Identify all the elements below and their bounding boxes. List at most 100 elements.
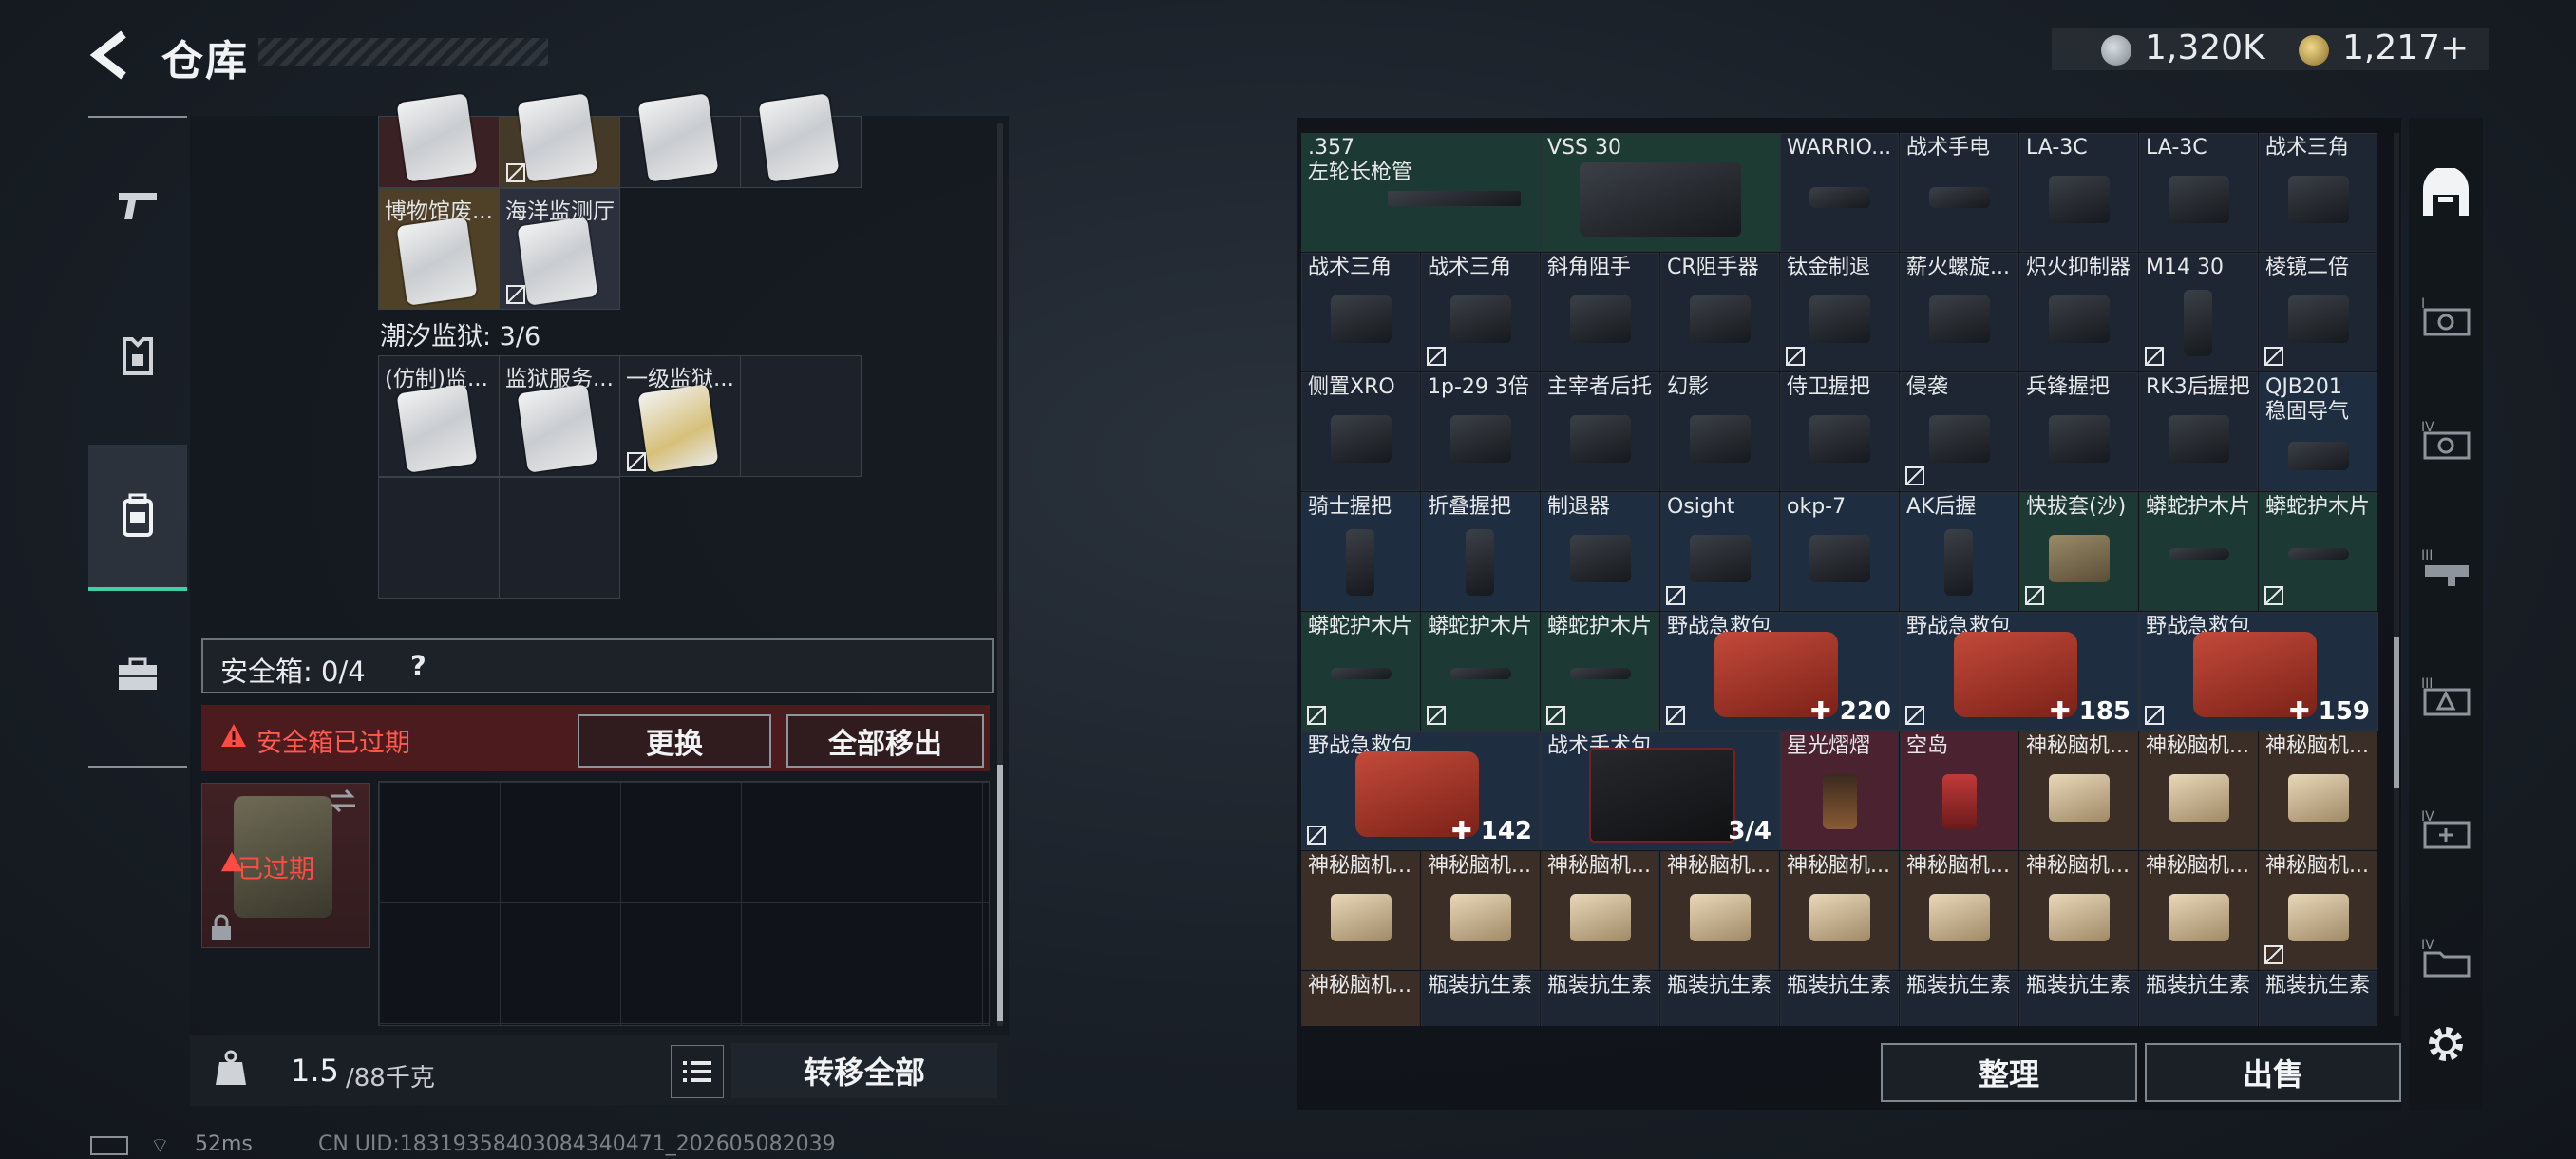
scrollbar-track[interactable] [2394, 133, 2399, 1016]
item-cell[interactable]: 野战急救包 ✚ 185 [1900, 612, 2139, 731]
currency-gold[interactable]: 1,217+ [2342, 28, 2469, 67]
item-cell[interactable]: 钛金制退 [1780, 253, 1899, 371]
item-cell[interactable]: 骑士握把 [1301, 492, 1420, 611]
warehouse-tab-4[interactable]: III [2409, 656, 2483, 741]
item-cell[interactable]: QJB201 稳固导气 [2259, 372, 2377, 491]
item-cell[interactable]: 侵袭 [1900, 372, 2018, 491]
item-slot[interactable] [619, 93, 741, 188]
item-cell[interactable]: 兵锋握把 [2019, 372, 2138, 491]
item-slot[interactable]: 监狱服务... [499, 355, 620, 477]
scrollbar-thumb[interactable] [2394, 636, 2399, 788]
item-slot[interactable] [740, 93, 862, 188]
item-cell[interactable]: 野战急救包 ✚ 142 [1301, 732, 1541, 850]
item-cell[interactable]: 战术三角 [1301, 253, 1420, 371]
warehouse-tab-2[interactable]: IV [2409, 399, 2483, 484]
empty-slot[interactable] [499, 477, 620, 598]
item-slot[interactable]: 海洋监测厅 [499, 188, 620, 310]
scrollbar-thumb[interactable] [997, 765, 1003, 1021]
item-cell[interactable]: 蟒蛇护木片 [1541, 612, 1659, 731]
item-cell[interactable]: 神秘脑机... [1660, 851, 1779, 970]
item-cell[interactable]: 神秘脑机... [2259, 851, 2377, 970]
item-cell[interactable]: 快拔套(沙) [2019, 492, 2138, 611]
item-cell[interactable]: 神秘脑机... [1301, 851, 1420, 970]
warehouse-tab-5[interactable]: IV [2409, 788, 2483, 874]
move-all-out-button[interactable]: 全部移出 [786, 714, 984, 768]
item-cell[interactable]: 神秘脑机... [2019, 732, 2138, 850]
nav-backpack[interactable] [88, 445, 187, 591]
item-cell[interactable]: Osight [1660, 492, 1779, 611]
item-slot[interactable] [378, 93, 500, 188]
item-cell[interactable]: 瓶装抗生素 [1780, 971, 1899, 1026]
swap-icon[interactable] [327, 787, 359, 815]
item-cell[interactable]: RK3后握把 [2139, 372, 2258, 491]
item-cell[interactable]: 神秘脑机... [2139, 732, 2258, 850]
item-cell[interactable]: 瓶装抗生素 [2019, 971, 2138, 1026]
transfer-all-button[interactable]: 转移全部 [731, 1043, 997, 1098]
item-cell[interactable]: 神秘脑机... [1541, 851, 1659, 970]
empty-slot[interactable] [740, 355, 862, 477]
item-cell[interactable]: 神秘脑机... [1900, 851, 2018, 970]
help-button[interactable]: ? [410, 650, 426, 682]
item-cell[interactable]: 瓶装抗生素 [2139, 971, 2258, 1026]
item-cell[interactable]: 神秘脑机... [2019, 851, 2138, 970]
item-cell[interactable]: .357 左轮长枪管 [1301, 133, 1541, 252]
item-cell[interactable]: 神秘脑机... [2139, 851, 2258, 970]
item-cell[interactable]: 蟒蛇护木片 [1301, 612, 1420, 731]
item-cell[interactable]: 神秘脑机... [2259, 732, 2377, 850]
item-cell[interactable]: 折叠握把 [1421, 492, 1540, 611]
replace-button[interactable]: 更换 [578, 714, 771, 768]
item-cell[interactable]: 战术三角 [1421, 253, 1540, 371]
back-button[interactable] [84, 27, 141, 84]
nav-safe-case[interactable] [88, 603, 187, 746]
item-cell[interactable]: 蟒蛇护木片 [2259, 492, 2377, 611]
item-cell[interactable]: 战术手电 [1900, 133, 2018, 252]
item-cell[interactable]: 瓶装抗生素 [2259, 971, 2377, 1026]
item-cell[interactable]: 瓶装抗生素 [1900, 971, 2018, 1026]
item-slot[interactable]: (仿制)监... [378, 355, 500, 477]
item-cell[interactable]: 侍卫握把 [1780, 372, 1899, 491]
safebox-grid[interactable] [378, 781, 990, 1026]
item-cell[interactable]: 幻影 [1660, 372, 1779, 491]
list-view-button[interactable] [671, 1045, 724, 1098]
item-cell[interactable]: 蟒蛇护木片 [1421, 612, 1540, 731]
empty-slot[interactable] [378, 477, 500, 598]
nav-armor[interactable] [88, 285, 187, 428]
item-cell[interactable]: 野战急救包 ✚ 220 [1660, 612, 1900, 731]
item-cell[interactable]: 野战急救包 ✚ 159 [2139, 612, 2378, 731]
item-cell[interactable]: 星光熠熠 [1780, 732, 1899, 850]
item-cell[interactable]: 主宰者后托 [1541, 372, 1659, 491]
item-cell[interactable]: 炽火抑制器 [2019, 253, 2138, 371]
item-cell[interactable]: 神秘脑机... [1780, 851, 1899, 970]
item-cell[interactable]: LA-3C [2139, 133, 2258, 252]
item-cell[interactable]: VSS 30 [1541, 133, 1780, 252]
warehouse-tab-all[interactable] [2409, 152, 2483, 238]
item-cell[interactable]: M14 30 [2139, 253, 2258, 371]
warehouse-tab-1[interactable]: I [2409, 276, 2483, 361]
item-cell[interactable]: 战术手术包 3/4 [1541, 732, 1780, 850]
item-slot[interactable]: 一级监狱... [619, 355, 741, 477]
item-cell[interactable]: LA-3C [2019, 133, 2138, 252]
item-cell[interactable]: 蟒蛇护木片 [2139, 492, 2258, 611]
item-cell[interactable]: 棱镜二倍 [2259, 253, 2377, 371]
item-cell[interactable]: 战术三角 [2259, 133, 2377, 252]
item-cell[interactable]: 薪火螺旋... [1900, 253, 2018, 371]
item-cell[interactable]: 侧置XRO [1301, 372, 1420, 491]
item-cell[interactable]: AK后握 [1900, 492, 2018, 611]
settings-gear-icon[interactable] [2424, 1022, 2468, 1066]
item-cell[interactable]: CR阻手器 [1660, 253, 1779, 371]
item-cell[interactable]: 1p-29 3倍 [1421, 372, 1540, 491]
warehouse-tab-6[interactable]: IV [2409, 917, 2483, 1002]
item-slot[interactable] [499, 93, 620, 188]
sell-button[interactable]: 出售 [2145, 1043, 2401, 1102]
item-slot[interactable]: 博物馆废... [378, 188, 500, 310]
item-cell[interactable]: okp-7 [1780, 492, 1899, 611]
item-cell[interactable]: 神秘脑机... [1301, 971, 1420, 1026]
sort-button[interactable]: 整理 [1881, 1043, 2137, 1102]
item-cell[interactable]: 空岛 [1900, 732, 2018, 850]
warehouse-tab-3[interactable]: III [2409, 527, 2483, 613]
item-cell[interactable]: 瓶装抗生素 [1421, 971, 1540, 1026]
nav-weapons[interactable] [88, 133, 187, 276]
item-cell[interactable]: 制退器 [1541, 492, 1659, 611]
item-cell[interactable]: 神秘脑机... [1421, 851, 1540, 970]
item-cell[interactable]: 瓶装抗生素 [1660, 971, 1779, 1026]
